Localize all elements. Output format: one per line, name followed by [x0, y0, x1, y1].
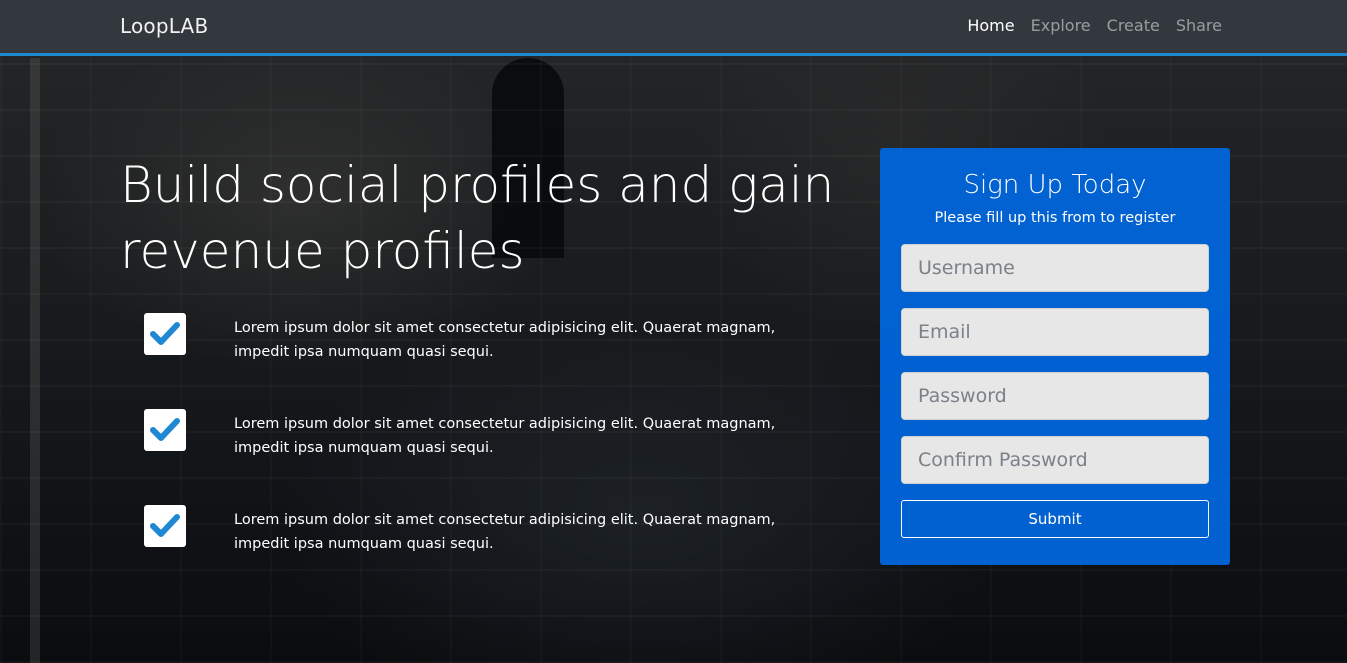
feature-item: Lorem ipsum dolor sit amet consectetur a… — [144, 409, 824, 505]
signup-title: Sign Up Today — [963, 170, 1147, 200]
checkmark-icon — [144, 409, 186, 451]
signup-subtitle: Please fill up this from to register — [934, 210, 1176, 226]
nav-create-link[interactable]: Create — [1107, 16, 1160, 35]
brand-logo[interactable]: LoopLAB — [120, 14, 208, 38]
confirm-password-input[interactable] — [901, 436, 1209, 484]
nav-explore-link[interactable]: Explore — [1031, 16, 1091, 35]
signup-card: Sign Up Today Please fill up this from t… — [880, 148, 1230, 565]
email-input[interactable] — [901, 308, 1209, 356]
nav-links: Home Explore Create Share — [967, 16, 1222, 35]
navbar: LoopLAB Home Explore Create Share — [0, 0, 1347, 56]
feature-item: Lorem ipsum dolor sit amet consectetur a… — [144, 505, 824, 601]
feature-text: Lorem ipsum dolor sit amet consectetur a… — [234, 512, 776, 552]
password-input[interactable] — [901, 372, 1209, 420]
nav-home-link[interactable]: Home — [967, 16, 1014, 35]
nav-share-link[interactable]: Share — [1176, 16, 1222, 35]
feature-item: Lorem ipsum dolor sit amet consectetur a… — [144, 313, 824, 409]
checkmark-icon — [144, 313, 186, 355]
username-input[interactable] — [901, 244, 1209, 292]
hero-title: Build social profiles and gain revenue p… — [120, 156, 835, 280]
checkmark-icon — [144, 505, 186, 547]
feature-list: Lorem ipsum dolor sit amet consectetur a… — [144, 313, 824, 601]
feature-text: Lorem ipsum dolor sit amet consectetur a… — [234, 416, 776, 456]
background-pipe — [30, 58, 40, 663]
submit-button[interactable]: Submit — [901, 500, 1209, 538]
feature-text: Lorem ipsum dolor sit amet consectetur a… — [234, 320, 776, 360]
